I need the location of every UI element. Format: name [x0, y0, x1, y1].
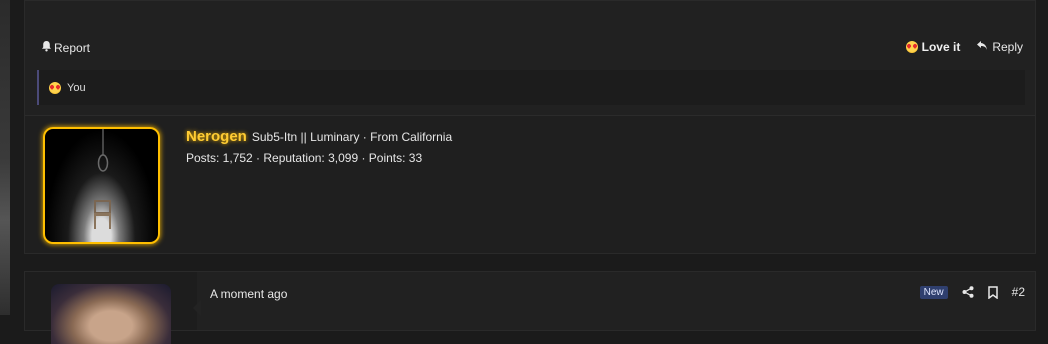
noose-chair-image [94, 129, 111, 229]
report-button[interactable]: Report [41, 40, 90, 55]
bookmark-icon[interactable] [987, 285, 998, 299]
author-signature-block: Nerogen Sub5-Itn || Luminary · From Cali… [25, 116, 1035, 253]
post-2-avatar[interactable] [51, 284, 171, 344]
post-2-author-column [25, 272, 197, 344]
author-avatar[interactable] [43, 127, 160, 244]
post-1: Report Love it Reply You Nerogen Sub5-It… [24, 0, 1036, 254]
report-label: Report [54, 40, 91, 55]
love-emoji-icon [49, 81, 61, 94]
bell-icon [41, 40, 52, 55]
author-title: Sub5-Itn || Luminary · From California [251, 130, 453, 144]
post-2: A moment ago New #2 [24, 271, 1036, 344]
post-right-actions: Love it Reply [905, 40, 1023, 54]
love-emoji-icon [905, 41, 918, 53]
post-pointer [193, 300, 201, 316]
love-it-button[interactable]: Love it [905, 40, 961, 54]
share-icon[interactable] [962, 286, 974, 298]
post-action-bar: Report Love it Reply [25, 37, 1035, 59]
reactions-user-list: You [67, 81, 86, 94]
post-number-link[interactable]: #2 [1012, 285, 1025, 299]
reply-label: Reply [992, 40, 1023, 54]
new-badge: New [919, 285, 948, 299]
reply-icon [976, 40, 988, 54]
post-2-tools: New #2 [919, 285, 1025, 299]
author-name-line: Nerogen Sub5-Itn || Luminary · From Cali… [186, 128, 452, 145]
background-edge [0, 0, 10, 315]
reactions-bar[interactable]: You [37, 70, 1025, 105]
author-stats: Posts: 1,752 · Reputation: 3,099 · Point… [186, 151, 423, 165]
post-timestamp[interactable]: A moment ago [210, 287, 287, 301]
reply-button[interactable]: Reply [976, 40, 1023, 54]
author-username[interactable]: Nerogen [186, 128, 247, 145]
love-it-label: Love it [921, 40, 961, 54]
